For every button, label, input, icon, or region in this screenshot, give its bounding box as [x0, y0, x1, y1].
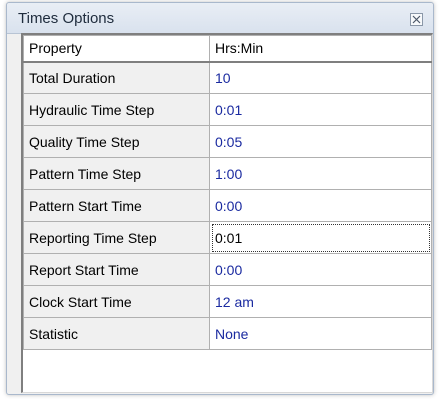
row-value[interactable]: 0:00 — [209, 253, 432, 286]
grid-row-pattern-time-step[interactable]: Pattern Time Step 1:00 — [23, 157, 432, 190]
grid-row-hydraulic-time-step[interactable]: Hydraulic Time Step 0:01 — [23, 93, 432, 126]
grid-row-clock-start-time[interactable]: Clock Start Time 12 am — [23, 285, 432, 318]
row-label: Statistic — [23, 317, 210, 350]
grid-row-pattern-start-time[interactable]: Pattern Start Time 0:00 — [23, 189, 432, 222]
close-icon — [412, 15, 421, 24]
row-value[interactable]: 12 am — [209, 285, 432, 318]
grid-row-statistic[interactable]: Statistic None — [23, 317, 432, 350]
row-value[interactable]: 1:00 — [209, 157, 432, 190]
grid-header-row: Property Hrs:Min — [23, 35, 432, 63]
row-label: Total Duration — [23, 61, 210, 94]
row-value-editor[interactable] — [209, 221, 432, 254]
row-label: Pattern Start Time — [23, 189, 210, 222]
header-value: Hrs:Min — [209, 35, 432, 63]
times-options-window: Times Options Property Hrs:Min Total Dur… — [6, 2, 434, 395]
row-value[interactable]: 10 — [209, 61, 432, 94]
row-value[interactable]: 0:05 — [209, 125, 432, 158]
grid-row-reporting-time-step[interactable]: Reporting Time Step — [23, 221, 432, 254]
property-grid: Property Hrs:Min Total Duration 10 Hydra… — [21, 33, 433, 393]
row-label: Hydraulic Time Step — [23, 93, 210, 126]
property-table: Property Hrs:Min Total Duration 10 Hydra… — [23, 35, 432, 350]
grid-row-quality-time-step[interactable]: Quality Time Step 0:05 — [23, 125, 432, 158]
row-value[interactable]: 0:00 — [209, 189, 432, 222]
header-property: Property — [23, 35, 210, 63]
grid-row-report-start-time[interactable]: Report Start Time 0:00 — [23, 253, 432, 286]
grid-row-total-duration[interactable]: Total Duration 10 — [23, 61, 432, 94]
row-value[interactable]: None — [209, 317, 432, 350]
close-button[interactable] — [410, 13, 423, 26]
title-bar[interactable]: Times Options — [7, 3, 433, 34]
reporting-time-step-input[interactable] — [215, 229, 395, 246]
row-label: Quality Time Step — [23, 125, 210, 158]
row-label: Clock Start Time — [23, 285, 210, 318]
row-label: Reporting Time Step — [23, 221, 210, 254]
window-title: Times Options — [18, 10, 115, 27]
row-value[interactable]: 0:01 — [209, 93, 432, 126]
row-label: Report Start Time — [23, 253, 210, 286]
row-label: Pattern Time Step — [23, 157, 210, 190]
